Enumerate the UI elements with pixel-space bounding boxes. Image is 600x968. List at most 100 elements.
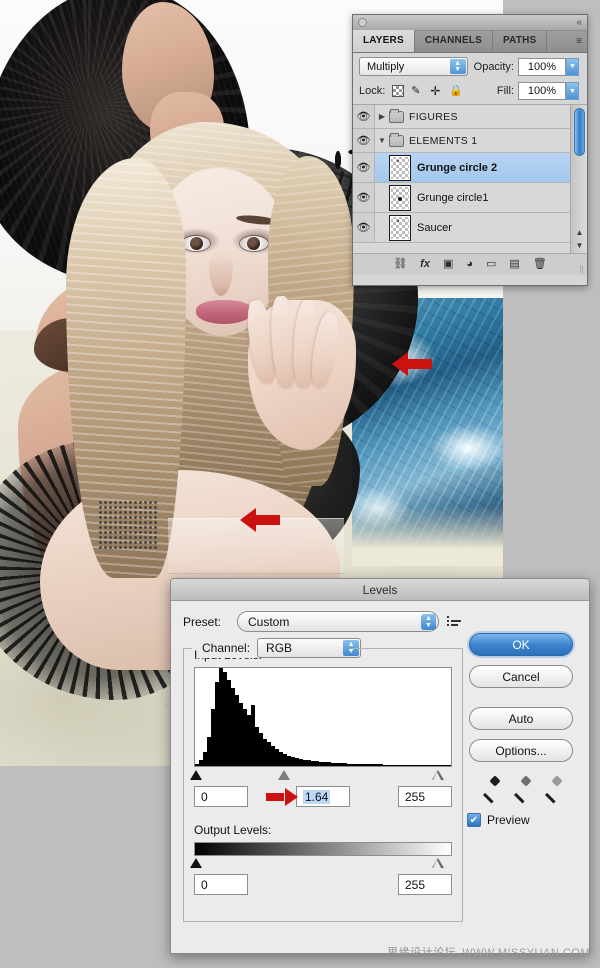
layer-name-grunge-circle-2: Grunge circle 2 [417, 161, 498, 174]
panel-close-dot-icon[interactable] [358, 18, 367, 27]
delete-layer-icon[interactable]: 🗑 [533, 259, 547, 270]
layer-thumbnail[interactable] [389, 184, 411, 211]
layer-name-saucer: Saucer [417, 221, 452, 234]
preset-value: Custom [248, 614, 290, 629]
visibility-toggle-grunge-circle-2[interactable]: 👁 [353, 153, 375, 182]
preset-row: Preset: Custom ▲ ▼ [183, 611, 577, 632]
scroll-down-icon[interactable]: ▼ [574, 240, 585, 251]
layer-style-fx-icon[interactable]: fx [420, 259, 430, 270]
histogram-bar [447, 765, 451, 766]
layers-panel[interactable]: « LAYERS CHANNELS PATHS ≡ Multiply ▲ ▼ Op… [352, 14, 588, 286]
red-arrow-canvas-center [240, 508, 280, 532]
scroll-up-icon[interactable]: ▲ [574, 227, 585, 238]
layer-row-elements-1[interactable]: 👁 ▼ ELEMENTS 1 [353, 129, 587, 153]
input-levels-slider[interactable] [190, 769, 452, 781]
output-shadow-field[interactable]: 0 [194, 874, 248, 895]
panel-titlebar[interactable]: « [353, 15, 587, 31]
layer-row-grunge-circle-1[interactable]: 👁 Grunge circle1 [353, 183, 587, 213]
panel-tab-bar[interactable]: LAYERS CHANNELS PATHS ≡ [353, 30, 587, 53]
layer-list-scrollbar[interactable]: ▲ ▼ [570, 105, 587, 253]
layer-thumbnail[interactable] [389, 154, 411, 181]
input-highlight-value: 255 [405, 789, 426, 804]
layers-panel-footer[interactable]: ⛓ fx ▣ ◕ ▭ ▤ 🗑 ⣿ [353, 253, 587, 275]
input-shadow-field[interactable]: 0 [194, 786, 248, 807]
fill-label: Fill: [496, 85, 514, 97]
layer-thumbnail[interactable] [389, 214, 411, 241]
layer-row-figures[interactable]: 👁 ▶ FIGURES [353, 105, 587, 129]
input-midtone-field[interactable]: 1.64 [296, 786, 350, 807]
set-gray-point-icon[interactable] [513, 775, 532, 804]
fill-input[interactable]: 100% ▼ [518, 82, 579, 100]
blend-mode-value: Multiply [367, 60, 405, 73]
output-levels-slider[interactable] [190, 857, 452, 869]
midtone-slider-handle[interactable] [278, 770, 290, 780]
blonde-lips [196, 300, 252, 324]
histogram-bars [195, 668, 451, 766]
channel-select[interactable]: RGB ▲ ▼ [257, 638, 362, 658]
brush-lock-icon[interactable]: ✎ [411, 85, 423, 97]
shadow-slider-handle[interactable] [190, 770, 202, 780]
panel-menu-icon[interactable]: ≡ [576, 36, 582, 47]
visibility-toggle-grunge-circle-1[interactable]: 👁 [353, 183, 375, 212]
blend-mode-row: Multiply ▲ ▼ Opacity: 100% ▼ [353, 53, 587, 79]
visibility-toggle-elements-1[interactable]: 👁 [353, 129, 375, 152]
all-lock-icon[interactable]: 🔒 [449, 85, 463, 97]
opacity-control[interactable]: Opacity: 100% ▼ [474, 57, 579, 76]
tab-channels[interactable]: CHANNELS [415, 30, 494, 52]
link-layers-icon[interactable]: ⛓ [393, 259, 407, 270]
fill-control[interactable]: Fill: 100% ▼ [496, 82, 579, 100]
preview-row[interactable]: ✔ Preview [467, 813, 575, 827]
layer-name-figures: FIGURES [409, 110, 458, 123]
new-layer-icon[interactable]: ▤ [509, 259, 519, 270]
channel-fieldset: Channel: RGB ▲▼ Input Levels: [183, 638, 463, 922]
options-button[interactable]: Options... [469, 739, 573, 762]
disclosure-triangle-figures[interactable]: ▶ [375, 112, 389, 121]
blend-mode-select[interactable]: Multiply ▲ ▼ [359, 57, 468, 76]
disclosure-triangle-elements-1[interactable]: ▼ [375, 136, 389, 145]
move-lock-icon[interactable]: ✛ [430, 85, 442, 97]
preview-checkbox[interactable]: ✔ [467, 813, 481, 827]
set-black-point-icon[interactable] [482, 775, 501, 804]
scrollbar-thumb[interactable] [574, 108, 585, 156]
input-shadow-value: 0 [201, 789, 208, 804]
channel-label: Channel: [202, 641, 251, 655]
collapse-panel-icon[interactable]: « [576, 17, 581, 28]
adjustment-layer-icon[interactable]: ◕ [466, 259, 473, 270]
set-white-point-icon[interactable] [544, 775, 563, 804]
levels-dialog[interactable]: Levels Preset: Custom ▲ ▼ Channel: RGB ▲ ▼ [170, 578, 590, 954]
new-group-icon[interactable]: ▭ [486, 259, 496, 270]
resize-grip-icon[interactable]: ⣿ [579, 265, 584, 273]
visibility-toggle-figures[interactable]: 👁 [353, 105, 375, 128]
input-highlight-field[interactable]: 255 [398, 786, 452, 807]
output-shadow-value: 0 [201, 877, 208, 892]
layer-row-grunge-circle-2[interactable]: 👁 Grunge circle 2 [353, 153, 587, 183]
layer-list[interactable]: 👁 ▶ FIGURES 👁 ▼ ELEMENTS 1 👁 Grunge circ… [353, 105, 587, 253]
tab-paths[interactable]: PATHS [493, 30, 548, 52]
transparency-lock-icon[interactable] [392, 85, 405, 97]
output-highlight-field[interactable]: 255 [398, 874, 452, 895]
dialog-body: Preset: Custom ▲▼ Channel: RGB ▲▼ I [171, 601, 589, 932]
channel-row: Channel: RGB ▲ ▼ [198, 638, 366, 658]
chevron-updown-icon[interactable]: ▲ ▼ [343, 640, 360, 656]
output-levels-gradient [194, 842, 452, 856]
layer-row-saucer[interactable]: 👁 Saucer [353, 213, 587, 243]
tab-layers[interactable]: LAYERS [353, 30, 415, 52]
output-levels-label: Output Levels: [194, 823, 272, 837]
photoshop-screenshot: « LAYERS CHANNELS PATHS ≡ Multiply ▲ ▼ Op… [0, 0, 600, 968]
ok-button[interactable]: OK [469, 633, 573, 656]
dialog-title: Levels [171, 579, 589, 601]
auto-button[interactable]: Auto [469, 707, 573, 730]
channel-value: RGB [266, 641, 293, 655]
input-histogram[interactable] [194, 667, 452, 767]
chevron-updown-icon[interactable]: ▲ ▼ [421, 614, 436, 630]
opacity-input[interactable]: 100% ▼ [518, 57, 579, 76]
opacity-stepper-icon[interactable]: ▼ [566, 57, 579, 76]
chevron-updown-icon[interactable]: ▲ ▼ [449, 59, 466, 74]
visibility-toggle-saucer[interactable]: 👁 [353, 213, 375, 242]
fill-stepper-icon[interactable]: ▼ [566, 82, 579, 100]
cancel-button[interactable]: Cancel [469, 665, 573, 688]
output-shadow-handle[interactable] [190, 858, 202, 868]
preset-select[interactable]: Custom ▲ ▼ [237, 611, 439, 632]
preset-options-icon[interactable] [447, 615, 463, 629]
add-mask-icon[interactable]: ▣ [443, 259, 453, 270]
